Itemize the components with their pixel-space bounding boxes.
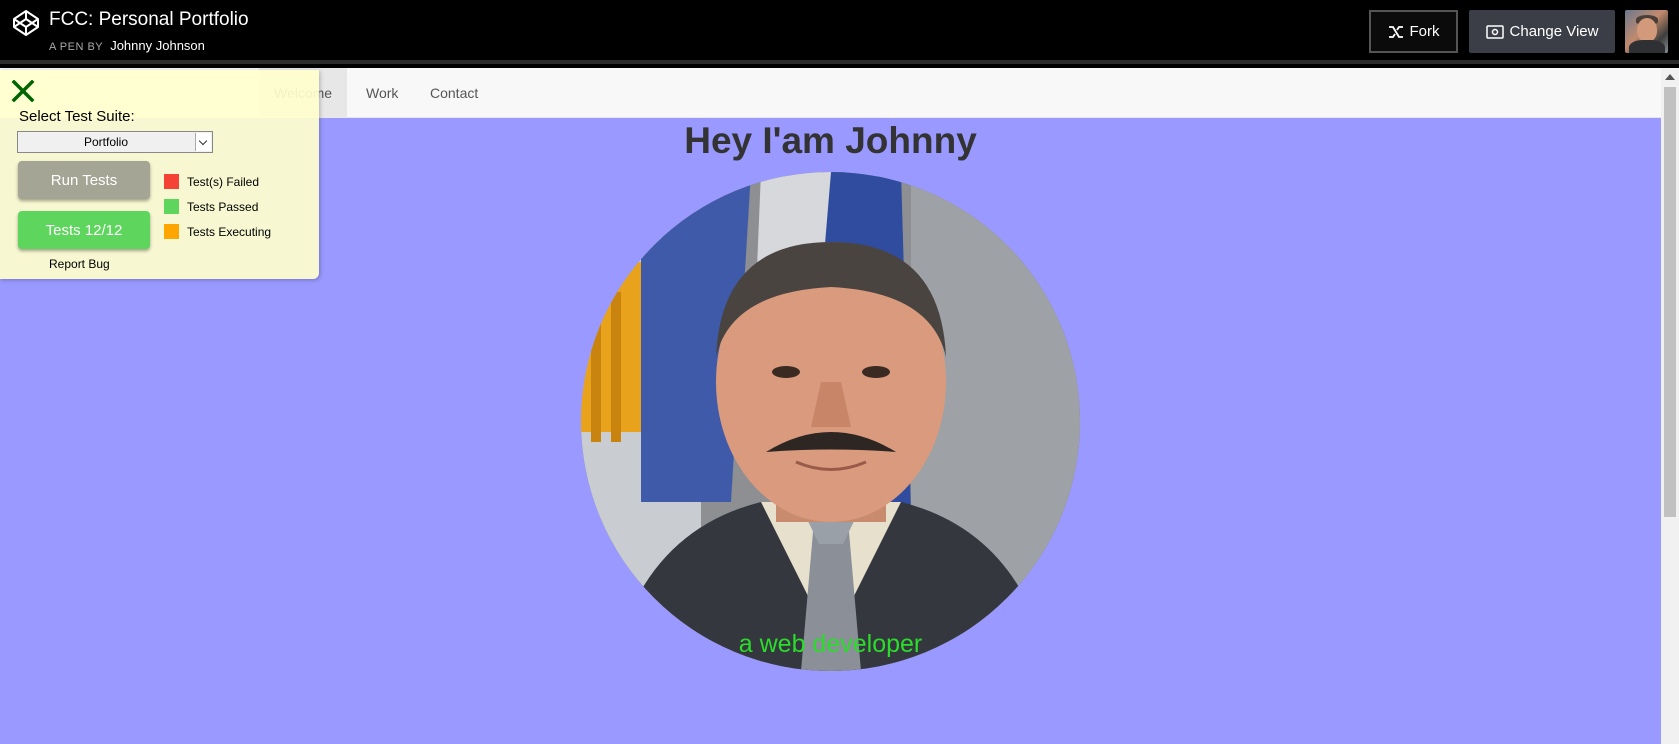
test-suite-select[interactable]: Portfolio	[17, 131, 213, 153]
legend-executing: Tests Executing	[164, 219, 271, 244]
select-suite-label: Select Test Suite:	[19, 108, 135, 125]
eye-icon	[1485, 24, 1504, 39]
legend-passed: Tests Passed	[164, 194, 271, 219]
fork-button[interactable]: Fork	[1369, 10, 1458, 53]
fcc-test-panel: Select Test Suite: Portfolio Run Tests T…	[0, 70, 319, 279]
passed-swatch	[164, 199, 179, 214]
executing-swatch	[164, 224, 179, 239]
scroll-thumb[interactable]	[1664, 87, 1676, 517]
nav-link-work[interactable]: Work	[351, 68, 413, 118]
change-view-button[interactable]: Change View	[1469, 10, 1615, 53]
legend-passed-label: Tests Passed	[187, 199, 259, 214]
fork-label: Fork	[1409, 23, 1440, 40]
legend-executing-label: Tests Executing	[187, 224, 272, 239]
tagline: a web developer	[738, 630, 923, 658]
legend-failed: Test(s) Failed	[164, 169, 271, 194]
tests-result-button[interactable]: Tests 12/12	[18, 211, 150, 249]
run-tests-button[interactable]: Run Tests	[18, 161, 150, 199]
selected-suite: Portfolio	[83, 135, 129, 149]
pen-title[interactable]: FCC: Personal Portfolio	[49, 9, 249, 31]
test-legend: Test(s) Failed Tests Passed Tests Execut…	[164, 169, 271, 244]
codepen-logo-icon[interactable]	[12, 9, 40, 37]
legend-failed-label: Test(s) Failed	[187, 174, 260, 189]
close-icon[interactable]	[11, 80, 35, 102]
pen-byline: A PEN BY Johnny Johnson	[49, 38, 205, 53]
author-link[interactable]: Johnny Johnson	[110, 38, 205, 53]
fork-icon	[1388, 25, 1403, 38]
report-bug-link[interactable]: Report Bug	[49, 257, 110, 271]
codepen-header: FCC: Personal Portfolio A PEN BY Johnny …	[0, 0, 1679, 64]
failed-swatch	[164, 174, 179, 189]
change-view-label: Change View	[1509, 23, 1599, 40]
profile-photo	[581, 172, 1080, 671]
nav-link-contact[interactable]: Contact	[415, 68, 493, 118]
scroll-up-arrow-icon[interactable]	[1665, 74, 1675, 80]
preview-scrollbar[interactable]	[1661, 68, 1679, 744]
chevron-down-icon[interactable]	[195, 133, 211, 151]
user-avatar[interactable]	[1625, 10, 1668, 53]
byline-prefix: A PEN BY	[49, 41, 104, 53]
